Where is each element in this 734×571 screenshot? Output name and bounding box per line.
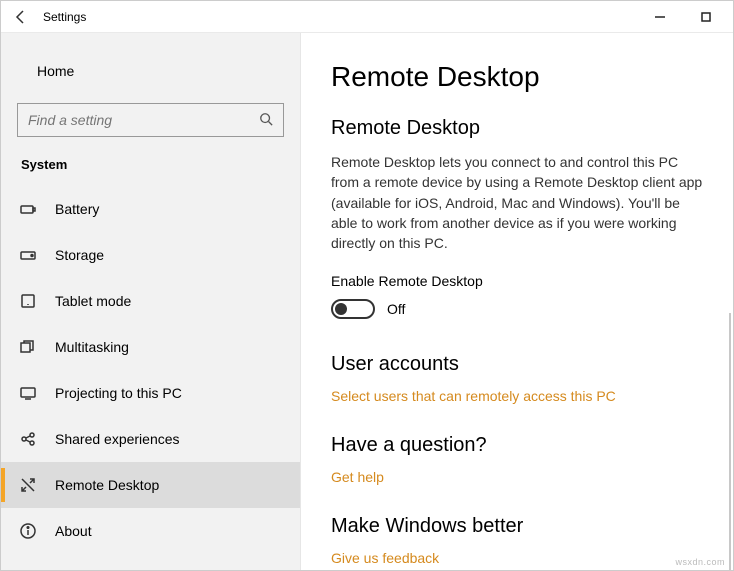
storage-icon <box>19 246 37 264</box>
search-icon <box>259 112 273 129</box>
search-box[interactable] <box>17 103 284 137</box>
sidebar-item-tablet[interactable]: Tablet mode <box>1 278 300 324</box>
users-heading: User accounts <box>331 353 709 376</box>
intro-heading: Remote Desktop <box>331 117 709 140</box>
tablet-icon <box>19 292 37 310</box>
shared-icon <box>19 430 37 448</box>
sidebar-item-projecting[interactable]: Projecting to this PC <box>1 370 300 416</box>
section-users: User accounts Select users that can remo… <box>331 353 709 404</box>
sidebar-item-label: Storage <box>55 247 104 263</box>
intro-description: Remote Desktop lets you connect to and c… <box>331 152 709 253</box>
sidebar-item-shared[interactable]: Shared experiences <box>1 416 300 462</box>
search-input[interactable] <box>28 112 259 128</box>
scrollbar[interactable] <box>729 313 731 570</box>
home-label: Home <box>37 63 74 79</box>
feedback-link[interactable]: Give us feedback <box>331 550 709 566</box>
minimize-button[interactable] <box>637 1 683 33</box>
toggle-state: Off <box>387 301 405 317</box>
toggle-knob <box>335 303 347 315</box>
window-buttons <box>637 1 729 33</box>
sidebar-item-label: Projecting to this PC <box>55 385 182 401</box>
remote-icon <box>19 476 37 494</box>
sidebar-item-battery[interactable]: Battery <box>1 186 300 232</box>
nav-list: Battery Storage Tablet mode Multitasking… <box>1 186 300 554</box>
titlebar: Settings <box>1 1 733 33</box>
feedback-heading: Make Windows better <box>331 515 709 538</box>
sidebar-item-about[interactable]: About <box>1 508 300 554</box>
select-users-link[interactable]: Select users that can remotely access th… <box>331 388 709 404</box>
home-nav[interactable]: Home <box>1 51 300 91</box>
sidebar-item-label: Remote Desktop <box>55 477 159 493</box>
sidebar-item-storage[interactable]: Storage <box>1 232 300 278</box>
projecting-icon <box>19 384 37 402</box>
sidebar: Home System Battery Storage Tablet mode <box>1 33 301 570</box>
battery-icon <box>19 200 37 218</box>
help-heading: Have a question? <box>331 434 709 457</box>
toggle-row: Off <box>331 299 709 319</box>
about-icon <box>19 522 37 540</box>
watermark: wsxdn.com <box>675 557 725 567</box>
multitasking-icon <box>19 338 37 356</box>
main-content: Remote Desktop Remote Desktop Remote Des… <box>301 33 733 570</box>
get-help-link[interactable]: Get help <box>331 469 709 485</box>
section-label: System <box>1 157 300 186</box>
back-button[interactable] <box>5 1 37 33</box>
body: Home System Battery Storage Tablet mode <box>1 33 733 570</box>
sidebar-item-multitasking[interactable]: Multitasking <box>1 324 300 370</box>
window-title: Settings <box>43 10 86 24</box>
section-help: Have a question? Get help <box>331 434 709 485</box>
sidebar-item-label: Multitasking <box>55 339 129 355</box>
toggle-label: Enable Remote Desktop <box>331 273 709 289</box>
enable-remote-toggle[interactable] <box>331 299 375 319</box>
sidebar-item-label: Battery <box>55 201 99 217</box>
section-feedback: Make Windows better Give us feedback <box>331 515 709 566</box>
sidebar-item-label: Tablet mode <box>55 293 131 309</box>
sidebar-item-label: Shared experiences <box>55 431 180 447</box>
sidebar-item-label: About <box>55 523 92 539</box>
sidebar-item-remote-desktop[interactable]: Remote Desktop <box>1 462 300 508</box>
section-intro: Remote Desktop Remote Desktop lets you c… <box>331 117 709 319</box>
maximize-button[interactable] <box>683 1 729 33</box>
page-title: Remote Desktop <box>331 61 709 93</box>
